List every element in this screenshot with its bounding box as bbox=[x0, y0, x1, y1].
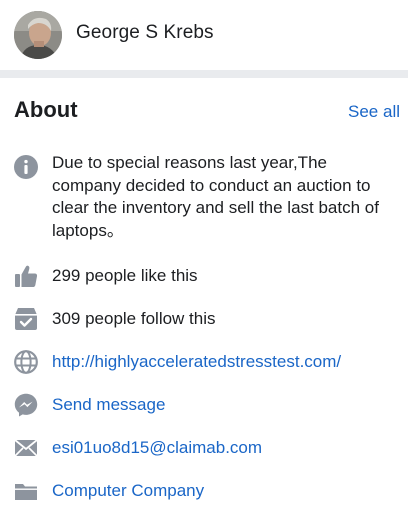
profile-photo bbox=[14, 11, 62, 59]
follows-count: 309 people follow this bbox=[52, 309, 216, 328]
likes-count: 299 people like this bbox=[52, 266, 198, 285]
thumbs-up-icon bbox=[13, 263, 39, 289]
category-icon bbox=[13, 478, 39, 504]
about-heading: About bbox=[14, 97, 78, 122]
follow-icon bbox=[13, 306, 39, 332]
website-link[interactable]: http://highlyacceleratedstresstest.com/ bbox=[52, 351, 388, 373]
about-section: About See all Due to special reasons las… bbox=[0, 78, 408, 512]
info-icon bbox=[13, 154, 39, 180]
send-message-link[interactable]: Send message bbox=[52, 394, 388, 416]
see-all-link[interactable]: See all bbox=[348, 102, 400, 122]
category-link[interactable]: Computer Company bbox=[52, 480, 388, 502]
page-title[interactable]: George S Krebs bbox=[76, 22, 214, 44]
globe-icon bbox=[13, 349, 39, 375]
about-description: Due to special reasons last year,The com… bbox=[52, 153, 379, 240]
section-divider bbox=[0, 70, 408, 78]
page-header: George S Krebs bbox=[0, 0, 408, 70]
avatar[interactable] bbox=[14, 11, 62, 59]
mail-icon bbox=[13, 435, 39, 461]
messenger-icon bbox=[13, 392, 39, 418]
email-link[interactable]: esi01uo8d15@claimab.com bbox=[52, 437, 388, 459]
